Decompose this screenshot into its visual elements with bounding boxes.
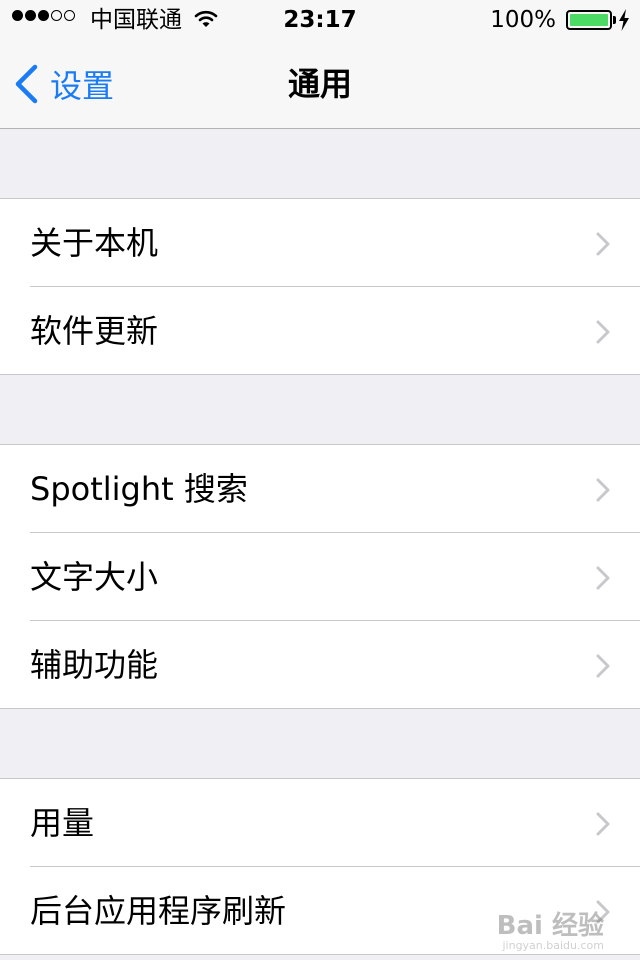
chevron-right-icon (596, 812, 610, 840)
list-item-accessibility[interactable]: 辅助功能 (30, 620, 640, 708)
list-item-software-update[interactable]: 软件更新 (30, 286, 640, 374)
baidu-watermark: Bai 经验 jingyan.baidu.com (496, 905, 604, 952)
charging-bolt-icon (618, 9, 630, 35)
list-item-label: 用量 (30, 803, 95, 842)
settings-group-usage: 用量 后台应用程序刷新 Bai 经验 jingyan.baidu.com (0, 778, 640, 955)
list-item-about[interactable]: 关于本机 (0, 199, 640, 286)
settings-group-display: Spotlight 搜索 文字大小 辅助功能 (0, 444, 640, 709)
settings-group-about: 关于本机 软件更新 (0, 198, 640, 375)
list-item-label: 后台应用程序刷新 (30, 891, 287, 930)
chevron-right-icon (596, 654, 610, 682)
list-item-label: 软件更新 (30, 311, 159, 350)
list-item-label: 文字大小 (30, 557, 159, 596)
navigation-bar: 设置 通用 (0, 40, 640, 129)
list-item-label: 辅助功能 (30, 645, 159, 684)
list-item-usage[interactable]: 用量 (0, 779, 640, 866)
battery-tip (613, 16, 616, 24)
list-item-spotlight-search[interactable]: Spotlight 搜索 (0, 445, 640, 532)
battery-percentage: 100% (490, 7, 556, 33)
list-item-label: 关于本机 (30, 223, 159, 262)
page-title: 通用 (287, 65, 352, 103)
battery-fill (570, 14, 608, 26)
watermark-text: Bai 经验 (496, 911, 604, 941)
chevron-right-icon (596, 478, 610, 506)
watermark-url: jingyan.baidu.com (502, 939, 604, 952)
status-bar: 中国联通 23:17 100% (0, 0, 640, 40)
chevron-right-icon (596, 566, 610, 594)
chevron-right-icon (596, 232, 610, 260)
list-item-text-size[interactable]: 文字大小 (30, 532, 640, 620)
list-item-label: Spotlight 搜索 (30, 469, 248, 508)
battery-icon (566, 10, 612, 30)
chevron-right-icon (596, 320, 610, 348)
